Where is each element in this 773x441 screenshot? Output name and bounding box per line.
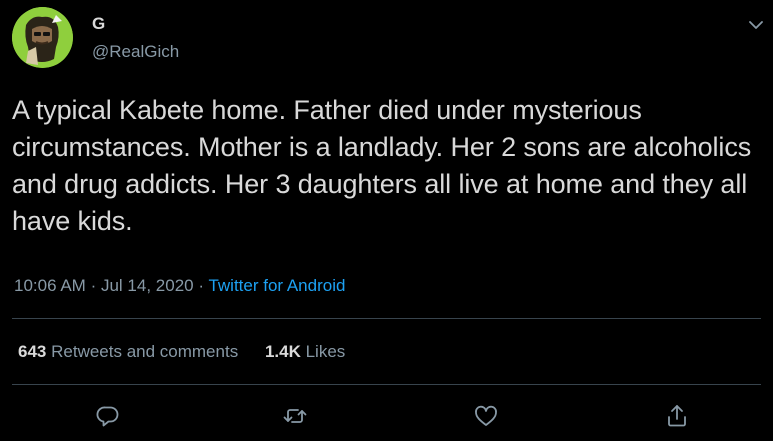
meta-separator: · (90, 276, 97, 295)
retweets-stat[interactable]: 643 Retweets and comments (18, 342, 243, 361)
likes-count: 1.4K (264, 342, 301, 361)
tweet-actions (0, 401, 773, 431)
author-block: G @RealGich (92, 14, 179, 63)
author-handle[interactable]: @RealGich (92, 41, 179, 63)
divider (12, 318, 761, 319)
tweet-time[interactable]: 10:06 AM (14, 276, 86, 295)
retweets-count: 643 (18, 342, 47, 361)
likes-label: Likes (305, 342, 346, 361)
share-icon[interactable] (662, 401, 692, 431)
likes-stat[interactable]: 1.4K Likes (265, 342, 345, 361)
tweet-stats: 643 Retweets and comments 1.4K Likes (18, 341, 345, 363)
tweet-date[interactable]: Jul 14, 2020 (101, 276, 194, 295)
heart-icon[interactable] (471, 401, 501, 431)
tweet-meta: 10:06 AM · Jul 14, 2020 · Twitter for An… (14, 275, 345, 297)
tweet-text: A typical Kabete home. Father died under… (12, 95, 752, 236)
author-name[interactable]: G (92, 14, 179, 34)
reply-icon[interactable] (93, 401, 123, 431)
chevron-down-icon[interactable] (745, 14, 767, 36)
tweet-card: G @RealGich A typical Kabete home. Fathe… (0, 0, 773, 441)
tweet-source-link[interactable]: Twitter for Android (208, 276, 345, 295)
retweets-label: Retweets and comments (51, 342, 239, 361)
meta-separator: · (198, 276, 205, 295)
retweet-icon[interactable] (280, 401, 310, 431)
avatar-image (12, 7, 73, 68)
avatar[interactable] (12, 7, 73, 68)
divider (12, 384, 761, 385)
